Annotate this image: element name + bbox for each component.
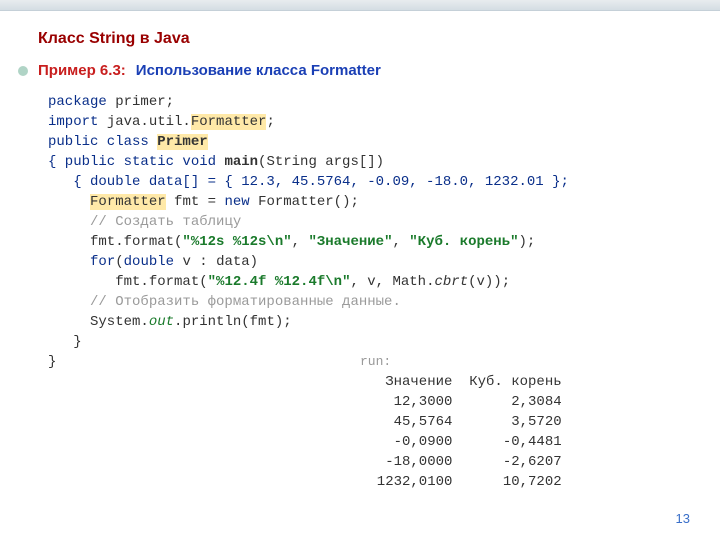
hl-primer: Primer (157, 134, 207, 150)
kw-double: double (124, 254, 174, 270)
code-text: , v, Math. (350, 274, 434, 290)
comment-2: // Отобразить форматированные данные. (48, 294, 401, 310)
output-row: 45,5764 3,5720 (360, 414, 562, 430)
kw-import: import (48, 114, 98, 130)
code-text: ); (519, 234, 536, 250)
output-header: Значение Куб. корень (360, 374, 562, 390)
code-text: (v)); (468, 274, 510, 290)
code-text: ( (115, 254, 123, 270)
output-row: -0,0900 -0,4481 (360, 434, 562, 450)
code-text: .println(fmt); (174, 314, 292, 330)
kw-package: package (48, 94, 107, 110)
output-row: 12,3000 2,3084 (360, 394, 562, 410)
page-title: Класс String в Java (38, 30, 190, 48)
kw-sig: { public static void (48, 154, 224, 170)
string-lit: "Куб. корень" (409, 234, 518, 250)
code-block: package primer; import java.util.Formatt… (48, 92, 569, 372)
method-cbrt: cbrt (434, 274, 468, 290)
page-number: 13 (676, 511, 690, 526)
code-text: java.util. (98, 114, 190, 130)
hl-formatter-2: Formatter (90, 194, 166, 210)
string-lit: "Значение" (308, 234, 392, 250)
string-lit: "%12s %12s\n" (182, 234, 291, 250)
code-text: (String args[]) (258, 154, 384, 170)
output-row: 1232,0100 10,7202 (360, 474, 562, 490)
kw-public-class: public class (48, 134, 157, 150)
string-lit: "%12.4f %12.4f\n" (208, 274, 351, 290)
code-text: } (48, 334, 82, 350)
bullet-icon (18, 66, 28, 76)
example-label: Пример 6.3: (38, 62, 126, 79)
code-text: fmt = (166, 194, 225, 210)
code-text: , (292, 234, 309, 250)
kw-for: for (90, 254, 115, 270)
example-description: Использование класса Formatter (136, 62, 381, 79)
code-text: , (392, 234, 409, 250)
decorative-top-band (0, 0, 720, 11)
output-row: -18,0000 -2,6207 (360, 454, 562, 470)
kw-new: new (224, 194, 249, 210)
code-text: Formatter(); (250, 194, 359, 210)
run-label: run: (360, 354, 391, 369)
field-out: out (149, 314, 174, 330)
hl-formatter: Formatter (191, 114, 267, 130)
code-text: System. (48, 314, 149, 330)
code-text: fmt.format( (48, 274, 208, 290)
code-text: primer; (107, 94, 174, 110)
comment-1: // Создать таблицу (48, 214, 241, 230)
code-text (48, 194, 90, 210)
code-text: fmt.format( (48, 234, 182, 250)
code-text: v : data) (174, 254, 258, 270)
program-output: Значение Куб. корень 12,3000 2,3084 45,5… (360, 372, 562, 492)
code-line-5: { double data[] = { 12.3, 45.5764, -0.09… (48, 174, 569, 190)
example-heading: Пример 6.3: Использование класса Formatt… (18, 62, 381, 79)
code-text: ; (266, 114, 274, 130)
code-text: } (48, 354, 56, 370)
method-main: main (224, 154, 258, 170)
